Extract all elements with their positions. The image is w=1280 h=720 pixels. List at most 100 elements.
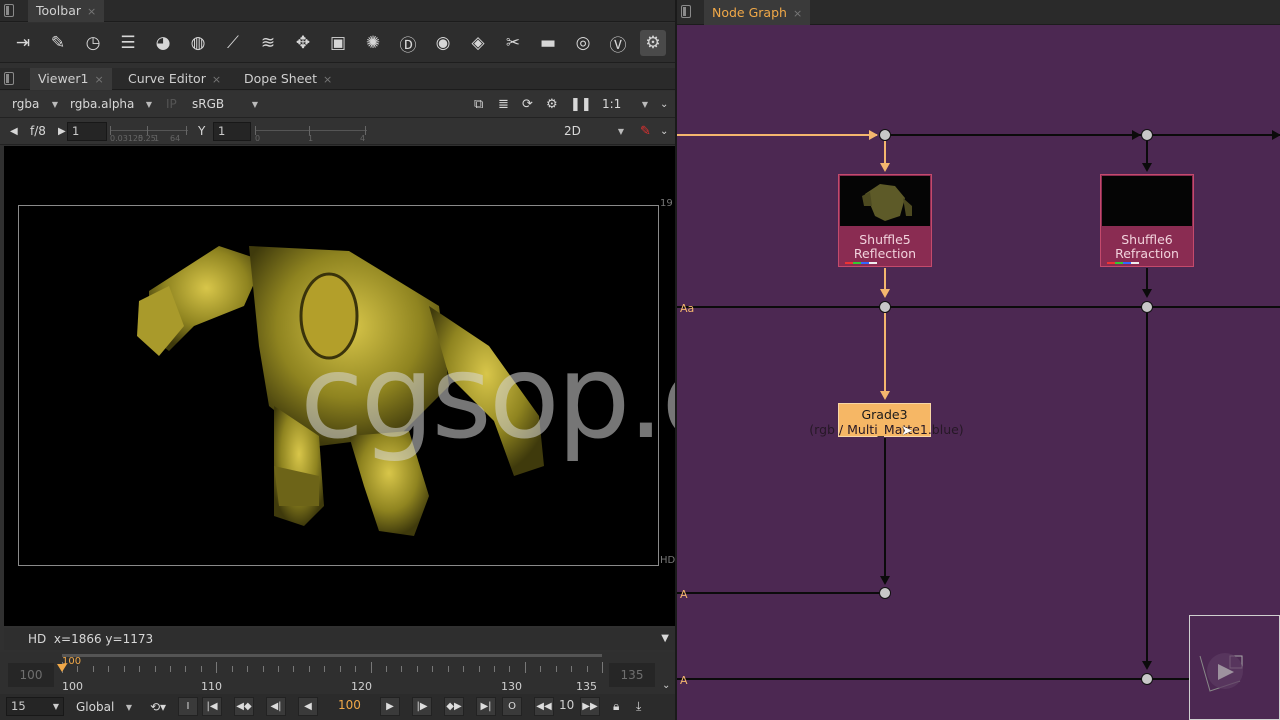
- ip-label: IP: [166, 97, 177, 111]
- filter-icon[interactable]: ◍: [185, 30, 211, 56]
- node-grade3[interactable]: Grade3 (rgb / Multi_Matte1.blue): [809, 403, 964, 437]
- viewer-canvas[interactable]: 19 HD: [4, 146, 675, 626]
- current-frame-field[interactable]: 100: [338, 698, 361, 712]
- vray-icon[interactable]: Ⓥ: [605, 30, 631, 56]
- timeline-range-bar[interactable]: [62, 654, 602, 657]
- scope-dropdown[interactable]: Global ▼: [76, 699, 132, 716]
- zoom-dropdown[interactable]: 1:1 ▼: [602, 96, 648, 113]
- status-dropdown-icon[interactable]: ▼: [661, 628, 669, 650]
- timeline-tick: [478, 666, 480, 672]
- pipe-dot[interactable]: [1141, 301, 1153, 313]
- close-icon[interactable]: ×: [87, 1, 96, 22]
- particles-icon[interactable]: ✺: [360, 30, 386, 56]
- viewer-controls-row2: ◀ f/8 ▶ 1 0.03125 0.25 1 64 Y 1 0 1 4 2D…: [0, 118, 675, 145]
- timeline-start-input[interactable]: 100: [8, 663, 54, 687]
- gain-slider[interactable]: 0.03125 0.25 1 64: [110, 121, 188, 143]
- timeline-tick: [494, 666, 495, 672]
- node-shuffle5[interactable]: Shuffle5 Reflection: [838, 174, 932, 267]
- mouse-cursor-icon: ➤: [901, 423, 913, 439]
- tab-dope-sheet[interactable]: Dope Sheet ×: [236, 68, 340, 90]
- status-format: HD: [28, 632, 47, 646]
- pane-menu-handle-icon[interactable]: [681, 5, 691, 18]
- next-frame-icon[interactable]: |▶: [412, 697, 432, 716]
- other-icon[interactable]: ▬: [535, 30, 561, 56]
- gamma-input[interactable]: 1: [213, 122, 251, 141]
- metadata-icon[interactable]: ◈: [465, 30, 491, 56]
- pipe-dot[interactable]: [1141, 129, 1153, 141]
- pipe-dot[interactable]: [879, 301, 891, 313]
- timeline-label: 110: [201, 680, 222, 693]
- node-name: Shuffle5: [859, 232, 911, 247]
- import-icon[interactable]: ⇥: [10, 30, 36, 56]
- wipe-icon[interactable]: ⧉: [474, 96, 488, 113]
- fps-input[interactable]: 15 ▼: [6, 697, 64, 716]
- timeline-end-input[interactable]: 135: [609, 663, 655, 687]
- node-graph-canvas[interactable]: Shuffle5 Reflection Shuffle6 Refraction Aa…: [677, 25, 1280, 720]
- furnace-icon[interactable]: ◎: [570, 30, 596, 56]
- expand-icon[interactable]: ⌄: [660, 123, 670, 140]
- views-icon[interactable]: ◉: [430, 30, 456, 56]
- timeline[interactable]: 100 135 100 100 110 120 130 135 ⌄: [0, 652, 675, 694]
- close-icon[interactable]: ×: [793, 1, 802, 27]
- pane-menu-handle-icon[interactable]: [4, 4, 14, 17]
- next-keyframe-icon[interactable]: ◆▶: [444, 697, 464, 716]
- loop-mode-icon[interactable]: ⟲▾: [150, 699, 172, 716]
- 3d-icon[interactable]: ▣: [325, 30, 351, 56]
- step-back-icon[interactable]: ◀◀: [534, 697, 554, 716]
- step-field[interactable]: 10: [559, 698, 574, 712]
- transform-icon[interactable]: ✥: [290, 30, 316, 56]
- alpha-channel-dropdown[interactable]: rgba.alpha ▼: [70, 96, 152, 113]
- close-icon[interactable]: ×: [212, 69, 221, 90]
- color-icon[interactable]: ◕: [150, 30, 176, 56]
- channels-dropdown[interactable]: rgba ▼: [12, 96, 58, 113]
- timeline-expand-icon[interactable]: ⌄: [662, 680, 670, 691]
- paint-brush-icon[interactable]: ✎: [45, 30, 71, 56]
- prev-frame-icon[interactable]: ◀|: [266, 697, 286, 716]
- roi-icon[interactable]: ⚙: [546, 96, 560, 113]
- out-point-label: O: [508, 701, 516, 712]
- keyer-icon[interactable]: ⟋: [220, 30, 246, 56]
- step-forward-icon[interactable]: ▶▶: [580, 697, 600, 716]
- tab-viewer1[interactable]: Viewer1 ×: [30, 68, 112, 90]
- out-point-button[interactable]: O: [502, 697, 522, 716]
- node-shuffle6[interactable]: Shuffle6 Refraction: [1100, 174, 1194, 267]
- gamma-slider[interactable]: 0 1 4: [255, 121, 367, 143]
- tab-node-graph[interactable]: Node Graph ×: [704, 0, 811, 27]
- channel-icon[interactable]: ☰: [115, 30, 141, 56]
- node-graph-minimap[interactable]: [1189, 615, 1280, 720]
- gain-input[interactable]: 1: [67, 122, 107, 141]
- last-frame-icon[interactable]: ▶|: [476, 697, 496, 716]
- in-point-button[interactable]: I: [178, 697, 198, 716]
- gain-tick-label: 1: [154, 134, 160, 143]
- close-icon[interactable]: ×: [323, 69, 332, 90]
- view-mode-dropdown[interactable]: 2D ▼: [564, 123, 624, 140]
- export-icon[interactable]: ⤓: [636, 698, 650, 715]
- tab-toolbar[interactable]: Toolbar ×: [28, 0, 105, 22]
- overlay-icon[interactable]: ≣: [498, 96, 512, 113]
- lock-icon[interactable]: 🔒︎: [613, 698, 625, 715]
- time-icon[interactable]: ◷: [80, 30, 106, 56]
- expand-icon[interactable]: ⌄: [660, 96, 670, 113]
- play-forward-icon[interactable]: ▶: [380, 697, 400, 716]
- refresh-icon[interactable]: ⟳: [522, 96, 536, 113]
- close-icon[interactable]: ×: [94, 69, 103, 90]
- tab-label: Curve Editor: [128, 71, 206, 86]
- ip-button[interactable]: IP: [166, 96, 182, 113]
- prev-keyframe-icon[interactable]: ◀◆: [234, 697, 254, 716]
- first-frame-icon[interactable]: |◀: [202, 697, 222, 716]
- merge-icon[interactable]: ≋: [255, 30, 281, 56]
- lut-dropdown[interactable]: sRGB ▼: [192, 96, 258, 113]
- deep-icon[interactable]: Ⓓ: [395, 30, 421, 56]
- plugins-icon[interactable]: ⚙: [640, 30, 666, 56]
- pause-icon[interactable]: ❚❚: [570, 96, 592, 113]
- timeline-ruler[interactable]: [62, 662, 603, 680]
- tab-curve-editor[interactable]: Curve Editor ×: [120, 68, 229, 90]
- toolsets-icon[interactable]: ✂: [500, 30, 526, 56]
- play-backward-icon[interactable]: ◀: [298, 697, 318, 716]
- pipe-dot[interactable]: [879, 129, 891, 141]
- color-picker-icon[interactable]: ✎: [640, 123, 652, 140]
- pipe-dot[interactable]: [879, 587, 891, 599]
- fstop-prev-icon[interactable]: ◀: [10, 123, 20, 140]
- pane-menu-handle-icon[interactable]: [4, 72, 14, 85]
- pipe-dot[interactable]: [1141, 673, 1153, 685]
